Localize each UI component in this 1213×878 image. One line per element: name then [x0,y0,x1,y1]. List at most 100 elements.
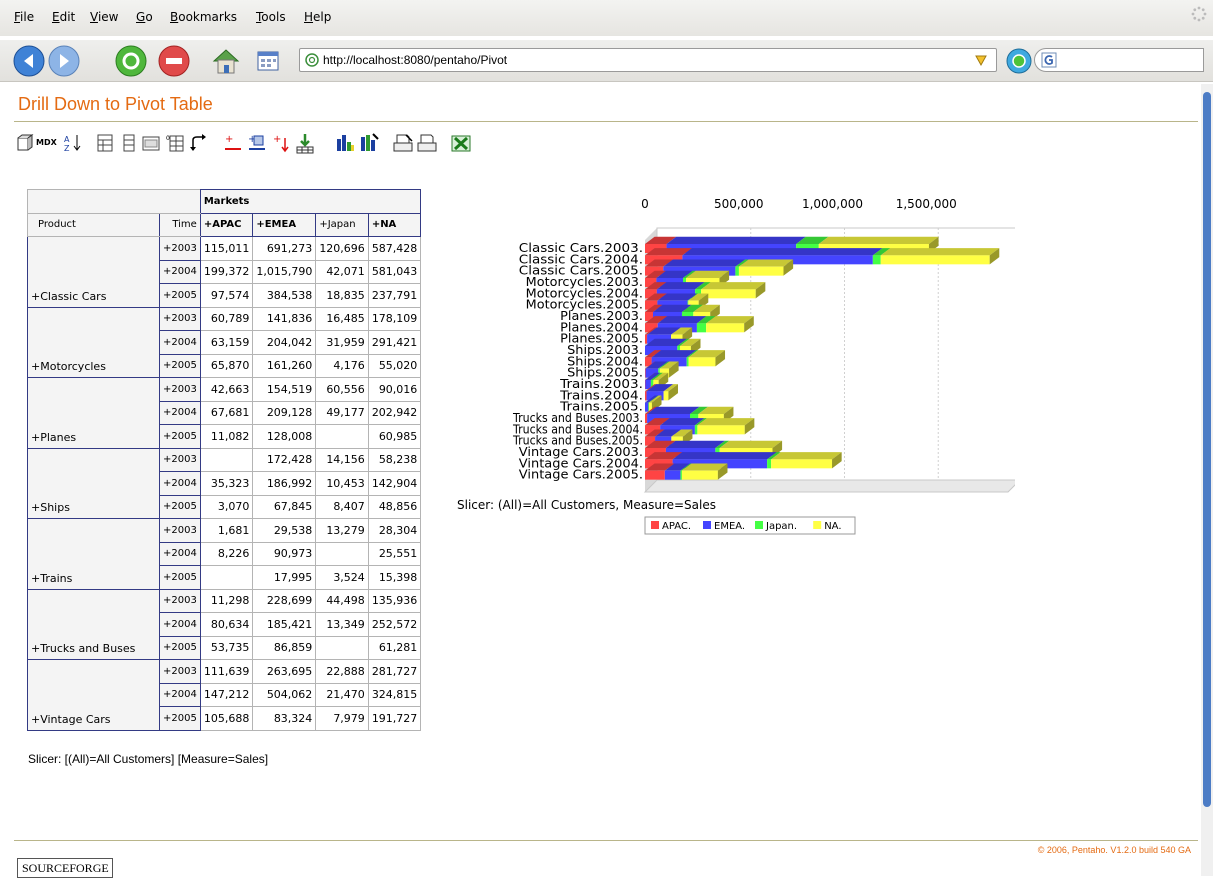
vertical-scrollbar[interactable] [1201,84,1213,876]
sourceforge-logo[interactable]: SOURCEFORGE [17,858,113,878]
print-pdf-icon[interactable] [416,132,438,154]
menu-edit[interactable]: Edit [52,10,75,24]
print-config-icon[interactable] [392,132,414,154]
scrollbar-thumb[interactable] [1203,92,1211,807]
value-cell: 115,011 [199,236,254,261]
drill-position-icon[interactable]: + [246,132,268,154]
year-member[interactable]: +2003 [159,306,201,331]
product-member[interactable]: +Planes [27,377,160,449]
value-cell: 111,639 [199,659,254,684]
navigation-toolbar: http://localhost:8080/pentaho/Pivot [0,40,1213,82]
pivot-table: Markets Product Time +APAC +EMEA +Japan +NA +Cl… [27,189,422,731]
year-member[interactable]: +2003 [159,518,201,543]
value-cell: 63,159 [199,330,254,355]
year-member[interactable]: +2005 [159,424,201,449]
year-member[interactable]: +2004 [159,682,201,707]
year-member[interactable]: +2003 [159,659,201,684]
cube-navigator-icon[interactable] [14,132,36,154]
show-parent-members-icon[interactable] [94,132,116,154]
table-row: +Vintage Cars +2003 111,639 263,695 22,888 28… [27,659,422,731]
bar-segment [771,459,833,469]
drill-through-icon[interactable] [294,132,316,154]
year-member[interactable]: +2004 [159,612,201,637]
year-member[interactable]: +2004 [159,541,201,566]
value-cell: 154,519 [252,377,317,402]
year-member[interactable]: +2003 [159,236,201,261]
year-member[interactable]: +2005 [159,283,201,308]
value-cell: 120,696 [315,236,369,261]
value-cell: 55,020 [367,353,422,378]
value-cell: 581,043 [367,259,422,284]
drill-replace-icon[interactable]: + [270,132,292,154]
hide-spans-icon[interactable] [118,132,140,154]
year-member[interactable]: +2005 [159,635,201,660]
product-member[interactable]: +Trucks and Buses [27,588,160,660]
value-cell: 53,735 [199,635,254,660]
year-member[interactable]: +2003 [159,377,201,402]
value-cell: 80,634 [199,612,254,637]
rss-icon[interactable] [974,53,988,67]
export-excel-icon[interactable] [450,132,472,154]
menu-tools[interactable]: Tools [256,10,286,24]
bar-segment [735,266,739,276]
markets-header: Markets [199,189,422,214]
value-cell: 60,556 [315,377,369,402]
back-icon[interactable] [13,45,45,77]
value-cell: 281,727 [367,659,422,684]
home-icon[interactable] [210,45,242,77]
product-member[interactable]: +Motorcycles [27,306,160,378]
search-input[interactable] [1034,48,1204,72]
year-member[interactable]: +2005 [159,494,201,519]
menu-view[interactable]: View [90,10,118,24]
value-cell: 263,695 [252,659,317,684]
go-icon[interactable] [1006,48,1032,74]
bookmark-manager-icon[interactable] [252,45,284,77]
value-cell [315,541,369,566]
value-cell [315,635,369,660]
bar-segment [645,470,665,480]
column-header-na[interactable]: +NA [367,212,422,237]
year-member[interactable]: +2004 [159,471,201,496]
year-member[interactable]: +2005 [159,565,201,590]
sort-icon[interactable]: AZ [62,132,84,154]
table-row: +Trucks and Buses +2003 11,298 228,699 44,49… [27,588,422,660]
suppress-empty-icon[interactable]: 0 [164,132,186,154]
year-member[interactable]: +2003 [159,588,201,613]
forward-icon[interactable] [48,45,80,77]
product-member[interactable]: +Trains [27,518,160,590]
value-cell: 3,524 [315,565,369,590]
menu-go[interactable]: Go [136,10,153,24]
column-header-japan[interactable]: +Japan [315,212,369,237]
year-member[interactable]: +2005 [159,353,201,378]
product-member[interactable]: +Vintage Cars [27,659,160,731]
url-bar[interactable]: http://localhost:8080/pentaho/Pivot [299,48,997,72]
product-member[interactable]: +Classic Cars [27,236,160,308]
year-member[interactable]: +2004 [159,330,201,355]
category-label: Vintage Cars.2005. [519,468,643,482]
mdx-editor-button[interactable]: MDX [36,138,60,160]
show-properties-icon[interactable] [140,132,162,154]
value-cell: 204,042 [252,330,317,355]
stop-icon[interactable] [158,45,190,77]
menu-bookmarks[interactable]: Bookmarks [170,10,237,24]
show-chart-icon[interactable] [334,132,356,154]
value-cell: 60,985 [367,424,422,449]
bar-segment-top [880,248,1000,256]
chart-config-icon[interactable] [358,132,380,154]
column-header-emea[interactable]: +EMEA [252,212,317,237]
swap-axes-icon[interactable] [188,132,210,154]
menu-file[interactable]: File [14,10,34,24]
product-member[interactable]: +Ships [27,447,160,519]
value-cell: 172,428 [252,447,317,472]
reload-icon[interactable] [115,45,147,77]
bar-segment [645,391,647,401]
search-engine-icon[interactable] [1041,52,1057,68]
year-member[interactable]: +2005 [159,706,201,731]
drill-member-icon[interactable]: + [222,132,244,154]
year-member[interactable]: +2004 [159,400,201,425]
value-cell: 186,992 [252,471,317,496]
column-header-apac[interactable]: +APAC [199,212,254,237]
year-member[interactable]: +2003 [159,447,201,472]
menu-help[interactable]: Help [304,10,331,24]
year-member[interactable]: +2004 [159,259,201,284]
